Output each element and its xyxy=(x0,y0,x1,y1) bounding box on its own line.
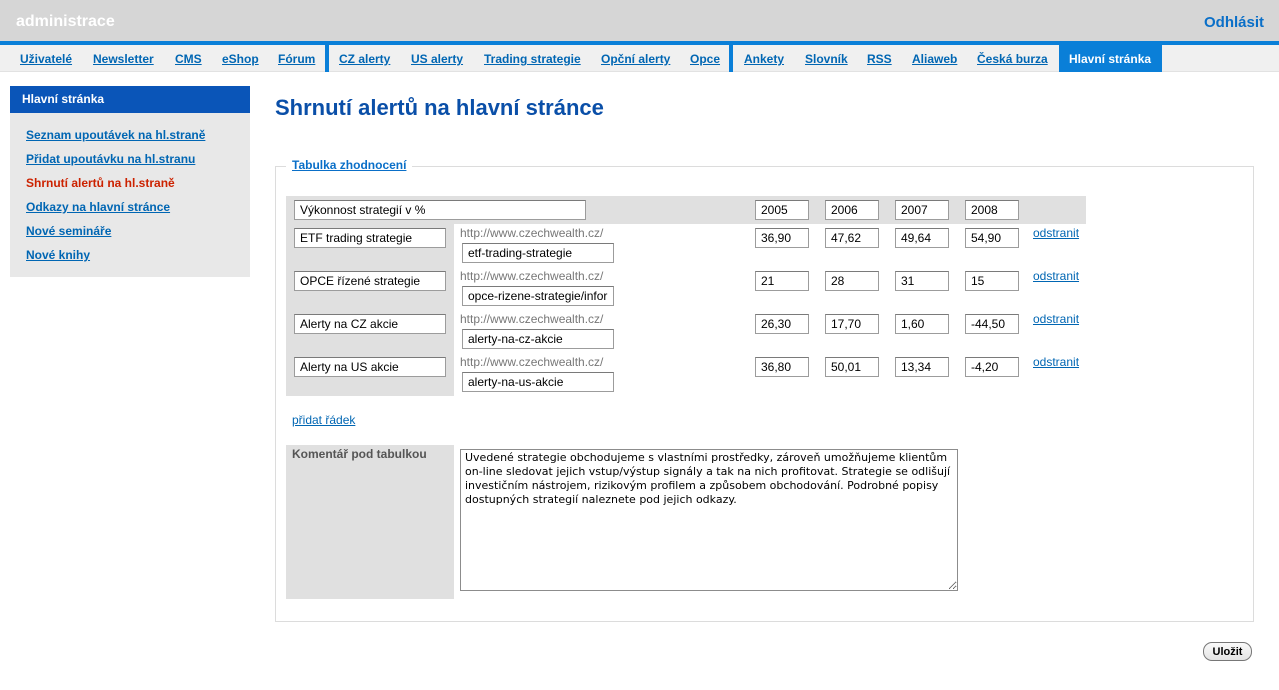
main-nav: Uživatelé Newsletter CMS eShop Fórum CZ … xyxy=(0,45,1279,72)
remove-row-link[interactable]: odstranit xyxy=(1033,269,1079,283)
value-input[interactable] xyxy=(895,271,949,291)
remove-row-link[interactable]: odstranit xyxy=(1033,312,1079,326)
year-input-2005[interactable] xyxy=(755,200,809,220)
fieldset-legend[interactable]: Tabulka zhodnocení xyxy=(286,158,413,172)
year-input-2006[interactable] xyxy=(825,200,879,220)
value-input[interactable] xyxy=(965,228,1019,248)
year-input-2007[interactable] xyxy=(895,200,949,220)
value-input[interactable] xyxy=(965,357,1019,377)
nav-item-us-alerty[interactable]: US alerty xyxy=(411,45,463,72)
value-input[interactable] xyxy=(755,271,809,291)
value-input[interactable] xyxy=(755,228,809,248)
strategy-name-input[interactable] xyxy=(294,357,446,377)
nav-item-cz-alerty[interactable]: CZ alerty xyxy=(339,45,390,72)
value-input[interactable] xyxy=(895,228,949,248)
remove-row-link[interactable]: odstranit xyxy=(1033,355,1079,369)
nav-item-hlavni-stranka[interactable]: Hlavní stránka xyxy=(1059,45,1162,72)
nav-item-eshop[interactable]: eShop xyxy=(222,45,259,72)
sidebar-link-nove-seminare[interactable]: Nové semináře xyxy=(26,224,111,238)
nav-item-aliaweb[interactable]: Aliaweb xyxy=(912,45,957,72)
value-input[interactable] xyxy=(965,271,1019,291)
nav-item-ankety[interactable]: Ankety xyxy=(744,45,784,72)
page-title: Shrnutí alertů na hlavní stránce xyxy=(275,95,604,120)
sidebar: Hlavní stránka Seznam upoutávek na hl.st… xyxy=(10,86,250,277)
url-prefix-label: http://www.czechwealth.cz/ xyxy=(460,312,604,326)
strategy-name-input[interactable] xyxy=(294,271,446,291)
url-prefix-label: http://www.czechwealth.cz/ xyxy=(460,226,604,240)
sidebar-link-odkazy[interactable]: Odkazy na hlavní stránce xyxy=(26,200,170,214)
sidebar-link-pridat-upoutavku[interactable]: Přidat upoutávku na hl.stranu xyxy=(26,152,195,166)
value-input[interactable] xyxy=(755,357,809,377)
value-input[interactable] xyxy=(895,357,949,377)
strategy-slug-input[interactable] xyxy=(462,372,614,392)
nav-item-uzivatele[interactable]: Uživatelé xyxy=(20,45,72,72)
strategy-slug-input[interactable] xyxy=(462,286,614,306)
comment-textarea[interactable]: Uvedené strategie obchodujeme s vlastním… xyxy=(460,449,958,591)
value-input[interactable] xyxy=(825,357,879,377)
value-input[interactable] xyxy=(965,314,1019,334)
nav-item-trading-strategie[interactable]: Trading strategie xyxy=(484,45,581,72)
value-input[interactable] xyxy=(825,314,879,334)
value-input[interactable] xyxy=(825,271,879,291)
nav-item-forum[interactable]: Fórum xyxy=(278,45,315,72)
nav-separator xyxy=(325,45,329,72)
sidebar-link-shrnuti-alertu[interactable]: Shrnutí alertů na hl.straně xyxy=(26,176,175,190)
nav-item-rss[interactable]: RSS xyxy=(867,45,892,72)
value-input[interactable] xyxy=(755,314,809,334)
remove-row-link[interactable]: odstranit xyxy=(1033,226,1079,240)
nav-item-slovnik[interactable]: Slovník xyxy=(805,45,848,72)
nav-item-ceska-burza[interactable]: Česká burza xyxy=(977,45,1048,72)
sidebar-link-seznam-upoutavek[interactable]: Seznam upoutávek na hl.straně xyxy=(26,128,205,142)
logout-link[interactable]: Odhlásit xyxy=(1204,14,1264,31)
nav-item-newsletter[interactable]: Newsletter xyxy=(93,45,154,72)
url-prefix-label: http://www.czechwealth.cz/ xyxy=(460,269,604,283)
strategy-name-input[interactable] xyxy=(294,228,446,248)
comment-label: Komentář pod tabulkou xyxy=(292,447,427,461)
comment-label-cell xyxy=(286,445,454,599)
url-prefix-label: http://www.czechwealth.cz/ xyxy=(460,355,604,369)
sidebar-title: Hlavní stránka xyxy=(10,86,250,113)
value-input[interactable] xyxy=(895,314,949,334)
nav-item-cms[interactable]: CMS xyxy=(175,45,202,72)
top-header: administrace Odhlásit xyxy=(0,0,1279,45)
table-title-input[interactable] xyxy=(294,200,586,220)
add-row-link[interactable]: přidat řádek xyxy=(292,413,355,427)
strategy-name-input[interactable] xyxy=(294,314,446,334)
year-input-2008[interactable] xyxy=(965,200,1019,220)
strategy-slug-input[interactable] xyxy=(462,329,614,349)
sidebar-link-nove-knihy[interactable]: Nové knihy xyxy=(26,248,90,262)
nav-separator xyxy=(729,45,733,72)
nav-item-opce[interactable]: Opce xyxy=(690,45,720,72)
save-button[interactable]: Uložit xyxy=(1203,642,1252,661)
app-title: administrace xyxy=(16,13,115,30)
nav-item-opcni-alerty[interactable]: Opční alerty xyxy=(601,45,670,72)
value-input[interactable] xyxy=(825,228,879,248)
strategy-slug-input[interactable] xyxy=(462,243,614,263)
